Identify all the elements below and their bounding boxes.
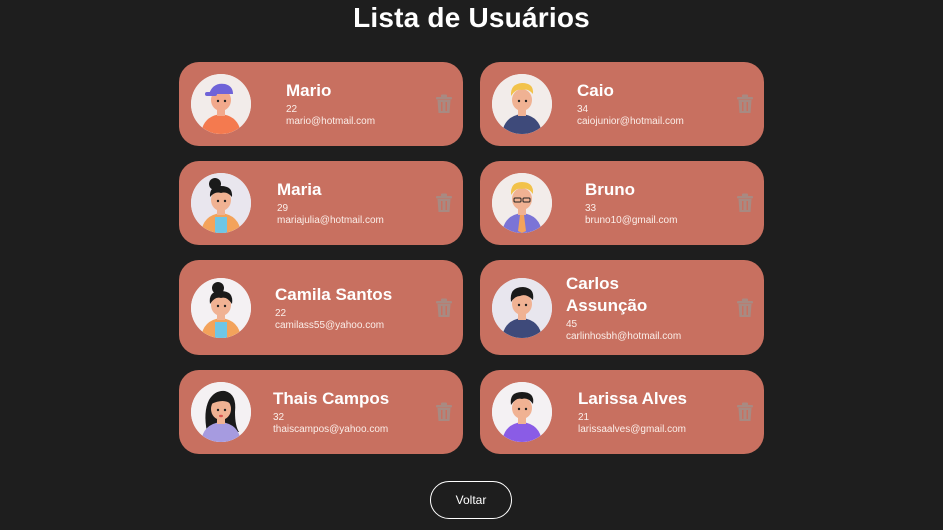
- user-name: Bruno: [585, 180, 636, 199]
- user-name: Maria: [277, 180, 322, 199]
- user-name: Caio: [577, 81, 614, 100]
- user-email: mario@hotmail.com: [286, 116, 376, 127]
- user-card[interactable]: Maria 29 mariajulia@hotmail.com: [179, 161, 463, 245]
- blonde-boy-avatar: [492, 74, 552, 134]
- user-card[interactable]: Thais Campos 32 thaiscampos@yahoo.com: [179, 370, 463, 454]
- user-email: camilass55@yahoo.com: [275, 319, 385, 331]
- user-card[interactable]: Camila Santos 22 camilass55@yahoo.com: [179, 260, 463, 355]
- bun-girl-blue-avatar: [191, 277, 251, 338]
- bun-girl-avatar: [191, 173, 251, 233]
- user-age: 29: [277, 203, 289, 214]
- page-title: Lista de Usuários: [353, 2, 590, 33]
- user-card[interactable]: Mario 22 mario@hotmail.com: [179, 62, 463, 146]
- back-button[interactable]: Voltar: [430, 481, 512, 519]
- cap-boy-avatar: [191, 74, 251, 134]
- trash-icon[interactable]: [435, 94, 453, 114]
- user-age: 21: [578, 412, 590, 423]
- user-age: 45: [566, 318, 578, 330]
- trash-icon[interactable]: [736, 94, 754, 114]
- dark-hair-man-avatar: [492, 277, 552, 338]
- user-age: 34: [577, 104, 589, 115]
- user-age: 32: [273, 412, 285, 423]
- user-email: carlinhosbh@hotmail.com: [566, 330, 682, 342]
- purple-shirt-avatar: [492, 382, 552, 442]
- user-email: thaiscampos@yahoo.com: [273, 424, 389, 435]
- user-email: mariajulia@hotmail.com: [277, 215, 384, 226]
- trash-icon[interactable]: [435, 193, 453, 213]
- user-name: Carlos Assunção: [566, 273, 648, 315]
- user-email: larissaalves@gmail.com: [578, 424, 686, 435]
- trash-icon[interactable]: [736, 193, 754, 213]
- user-name: Mario: [286, 81, 332, 100]
- user-card[interactable]: Larissa Alves 21 larissaalves@gmail.com: [480, 370, 764, 454]
- user-name: Camila Santos: [275, 284, 393, 304]
- user-age: 22: [275, 307, 287, 319]
- trash-icon[interactable]: [736, 402, 754, 422]
- tie-man-avatar: [492, 173, 552, 233]
- user-card[interactable]: Caio 34 caiojunior@hotmail.com: [480, 62, 764, 146]
- long-hair-girl-avatar: [191, 382, 251, 442]
- trash-icon[interactable]: [435, 298, 453, 318]
- user-grid: Mario 22 mario@hotmail.com Caio 34 caioj…: [179, 62, 764, 454]
- user-age: 22: [286, 104, 298, 115]
- user-name: Larissa Alves: [578, 389, 687, 408]
- trash-icon[interactable]: [736, 298, 754, 318]
- user-age: 33: [585, 203, 597, 214]
- user-card[interactable]: Carlos Assunção 45 carlinhosbh@hotmail.c…: [480, 260, 764, 355]
- user-email: caiojunior@hotmail.com: [577, 116, 684, 127]
- user-name: Thais Campos: [273, 389, 390, 408]
- user-email: bruno10@gmail.com: [585, 215, 678, 226]
- trash-icon[interactable]: [435, 402, 453, 422]
- user-card[interactable]: Bruno 33 bruno10@gmail.com: [480, 161, 764, 245]
